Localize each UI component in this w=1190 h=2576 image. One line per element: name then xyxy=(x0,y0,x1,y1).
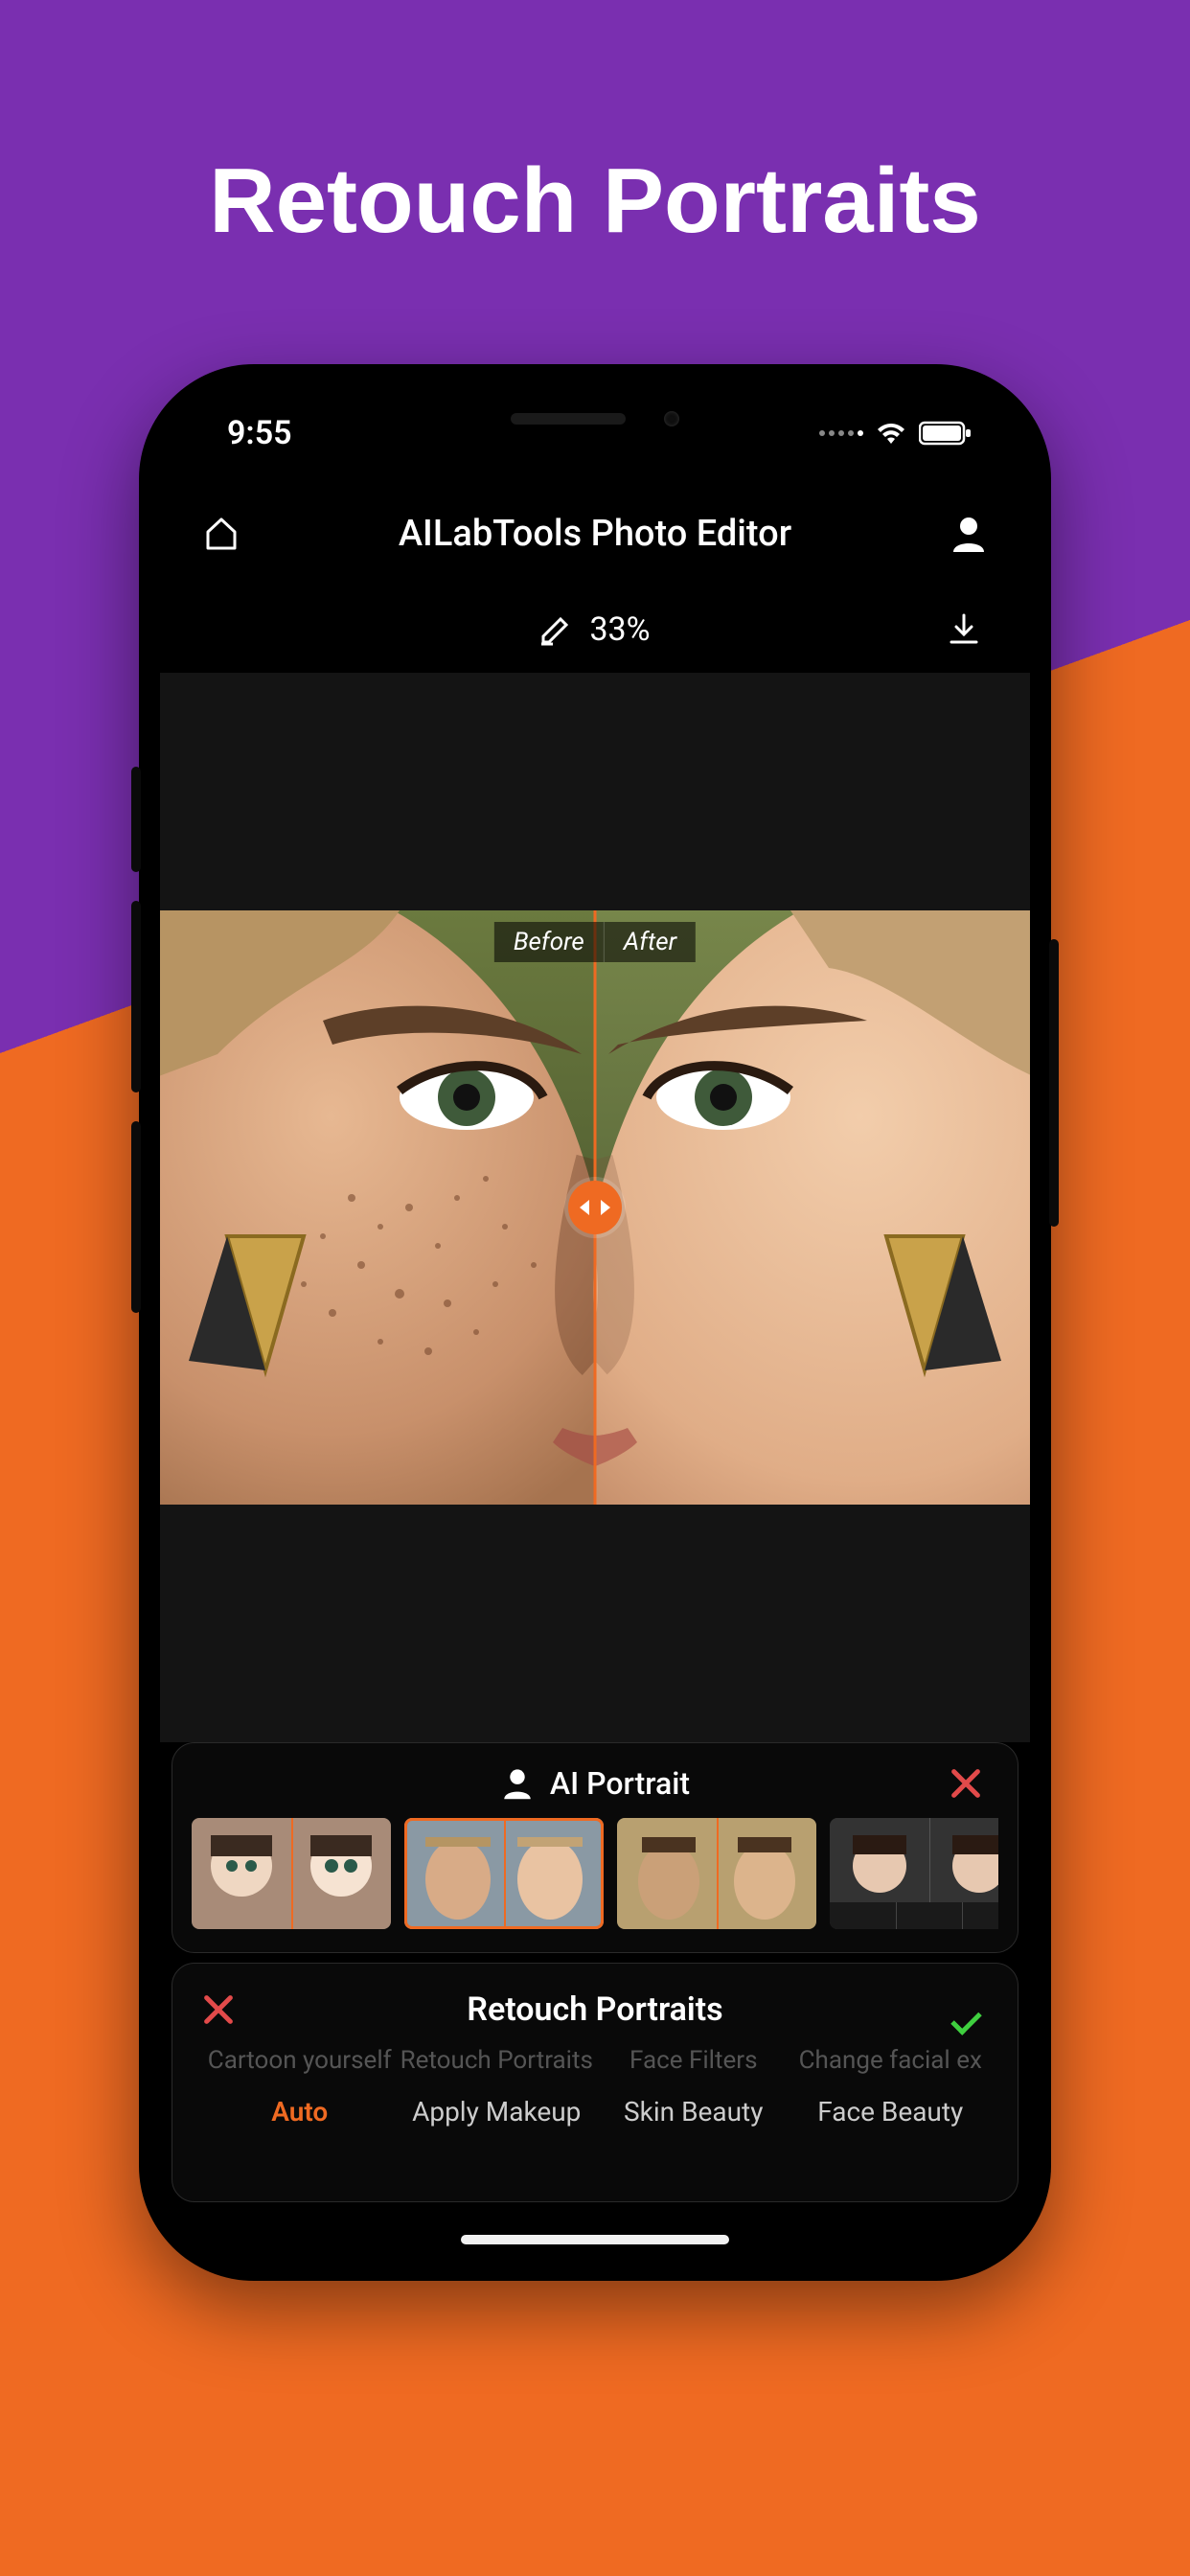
toolbar: 33% xyxy=(160,596,1030,663)
cancel-retouch-button[interactable] xyxy=(195,1987,241,2033)
effect-thumb-filters[interactable] xyxy=(617,1818,816,1929)
cellular-dots-icon xyxy=(819,430,863,436)
retouch-options-panel: Retouch Portraits Cartoon yourself Retou… xyxy=(172,1963,1018,2202)
retouch-tabs: Auto Apply Makeup Skin Beauty Face Beaut… xyxy=(195,2096,995,2128)
phone-volume-up xyxy=(131,901,141,1092)
zoom-control[interactable]: 33% xyxy=(539,610,650,649)
close-ai-portrait-button[interactable] xyxy=(943,1760,989,1806)
close-icon xyxy=(947,1764,985,1803)
before-image xyxy=(160,910,595,1505)
confirm-retouch-button[interactable] xyxy=(949,1987,995,2033)
front-camera xyxy=(664,411,679,426)
home-button[interactable] xyxy=(198,511,244,557)
ai-portrait-title: AI Portrait xyxy=(550,1765,690,1802)
zoom-value: 33% xyxy=(589,610,650,649)
tab-apply-makeup[interactable]: Apply Makeup xyxy=(399,2096,596,2128)
profile-button[interactable] xyxy=(946,511,992,557)
phone-frame: 9:55 AILabTools Ph xyxy=(139,364,1051,2281)
phone-notch xyxy=(389,385,801,452)
phone-volume-down xyxy=(131,1121,141,1313)
phone-side-button xyxy=(131,767,141,872)
battery-icon xyxy=(919,421,973,446)
editor-canvas: Before After xyxy=(160,673,1030,1742)
ai-portrait-panel: AI Portrait xyxy=(172,1742,1018,1953)
tab-skin-beauty[interactable]: Skin Beauty xyxy=(595,2096,792,2128)
speaker-grill xyxy=(511,413,626,425)
effect-thumb-cartoon[interactable] xyxy=(192,1818,391,1929)
phone-screen: 9:55 AILabTools Ph xyxy=(160,385,1030,2260)
tab-face-beauty[interactable]: Face Beauty xyxy=(792,2096,990,2128)
download-button[interactable] xyxy=(941,607,987,653)
before-after-compare[interactable]: Before After xyxy=(160,910,1030,1505)
home-indicator xyxy=(461,2235,729,2244)
status-time: 9:55 xyxy=(227,414,292,452)
muted-label: Cartoon yourself xyxy=(201,2046,399,2075)
pencil-icon xyxy=(539,613,572,646)
effect-thumb-retouch[interactable] xyxy=(404,1818,604,1929)
before-after-labels: Before After xyxy=(494,922,696,962)
app-header: AILabTools Photo Editor xyxy=(160,491,1030,577)
person-icon xyxy=(949,514,989,554)
muted-label: Face Filters xyxy=(595,2046,792,2075)
effect-thumb-expression[interactable] xyxy=(830,1818,998,1929)
muted-label: Change facial ex xyxy=(792,2046,990,2075)
retouch-title: Retouch Portraits xyxy=(241,1990,949,2029)
home-icon xyxy=(202,515,240,553)
effect-names-row: Cartoon yourself Retouch Portraits Face … xyxy=(195,2046,995,2075)
download-icon xyxy=(946,611,982,648)
effect-thumbnails xyxy=(192,1818,998,1929)
before-label: Before xyxy=(494,922,605,962)
after-image xyxy=(595,910,1030,1505)
phone-power-button xyxy=(1049,939,1059,1227)
app-title: AILabTools Photo Editor xyxy=(244,513,946,555)
person-icon xyxy=(500,1766,535,1801)
after-label: After xyxy=(605,922,696,962)
marketing-headline: Retouch Portraits xyxy=(0,149,1190,254)
compare-slider-handle[interactable] xyxy=(568,1181,622,1234)
wifi-icon xyxy=(875,421,907,446)
tab-auto[interactable]: Auto xyxy=(201,2096,399,2128)
close-icon xyxy=(199,1990,238,2029)
check-icon xyxy=(950,1989,993,2031)
muted-label: Retouch Portraits xyxy=(399,2046,596,2075)
